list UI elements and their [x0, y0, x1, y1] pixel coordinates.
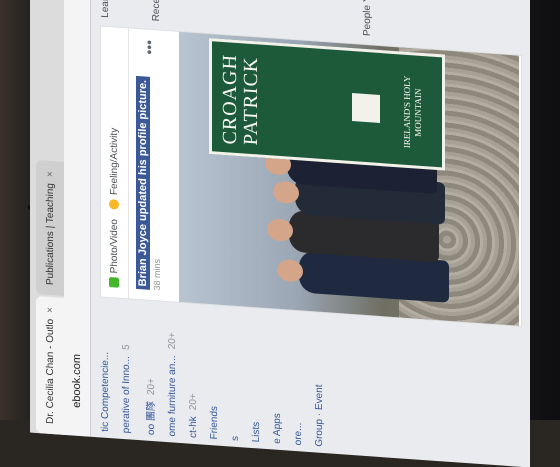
composer-bar: Photo/Video Feeling/Activity [101, 26, 129, 299]
photo-icon [109, 277, 120, 288]
close-icon[interactable]: × [45, 171, 56, 178]
nav-item[interactable]: oo 團隊20+ [142, 314, 157, 436]
photo-video-button[interactable]: Photo/Video [109, 219, 120, 288]
address-text: ebook.com [71, 353, 83, 409]
post-header: Brian Joyce updated his profile picture.… [129, 28, 170, 301]
nav-item[interactable]: ome furniture an...20+ [167, 316, 178, 437]
nav-item[interactable]: s [230, 321, 241, 442]
sign-logo [352, 93, 380, 123]
recent-label[interactable]: Recent [151, 0, 162, 22]
people-label[interactable]: People Yo [362, 0, 373, 37]
more-options-icon[interactable]: ••• [141, 39, 157, 55]
nav-item[interactable]: Group · Event [314, 326, 325, 447]
left-nav: tic Competencie... perative of Inno...5 … [100, 311, 335, 447]
nav-item[interactable]: Friends [209, 319, 220, 440]
post-headline[interactable]: Brian Joyce updated his profile picture. [136, 76, 150, 290]
nav-item[interactable]: ct-hk20+ [188, 318, 199, 438]
sign-title: CROAGH PATRICK [219, 53, 262, 147]
tab-label: Dr. Cecilia Chan - Outlo [44, 318, 56, 425]
nav-item[interactable]: perative of Inno...5 [121, 313, 132, 434]
smiley-icon [109, 198, 120, 210]
learn-label[interactable]: Lear [100, 0, 111, 18]
sign-subtitle: IRELAND'S HOLY MOUNTAIN [402, 75, 423, 149]
croagh-patrick-sign: CROAGH PATRICK IRELAND'S HOLY MOUNTAIN [209, 38, 445, 171]
tab-label: Publications | Teaching [44, 182, 56, 286]
nav-item[interactable]: Lists [251, 322, 262, 442]
nav-item[interactable]: ore... [293, 325, 304, 446]
address-bar[interactable]: ebook.com [64, 0, 91, 437]
post-card: Photo/Video Feeling/Activity Brian Joyce… [100, 25, 522, 327]
browser-tab[interactable]: Dr. Cecilia Chan - Outlo × [36, 296, 64, 435]
browser-tabbar: Dr. Cecilia Chan - Outlo × Publications … [30, 0, 65, 435]
nav-item[interactable]: e Apps [272, 323, 283, 444]
laptop-screen: Dr. Cecilia Chan - Outlo × Publications … [30, 0, 530, 467]
profile-photo[interactable]: CROAGH PATRICK IRELAND'S HOLY MOUNTAIN [179, 31, 519, 326]
close-icon[interactable]: × [45, 307, 56, 314]
feeling-button[interactable]: Feeling/Activity [109, 127, 120, 210]
browser-tab[interactable]: Publications | Teaching × [36, 160, 64, 297]
nav-item[interactable]: tic Competencie... [100, 311, 111, 432]
post-time[interactable]: 38 mins [152, 40, 162, 291]
